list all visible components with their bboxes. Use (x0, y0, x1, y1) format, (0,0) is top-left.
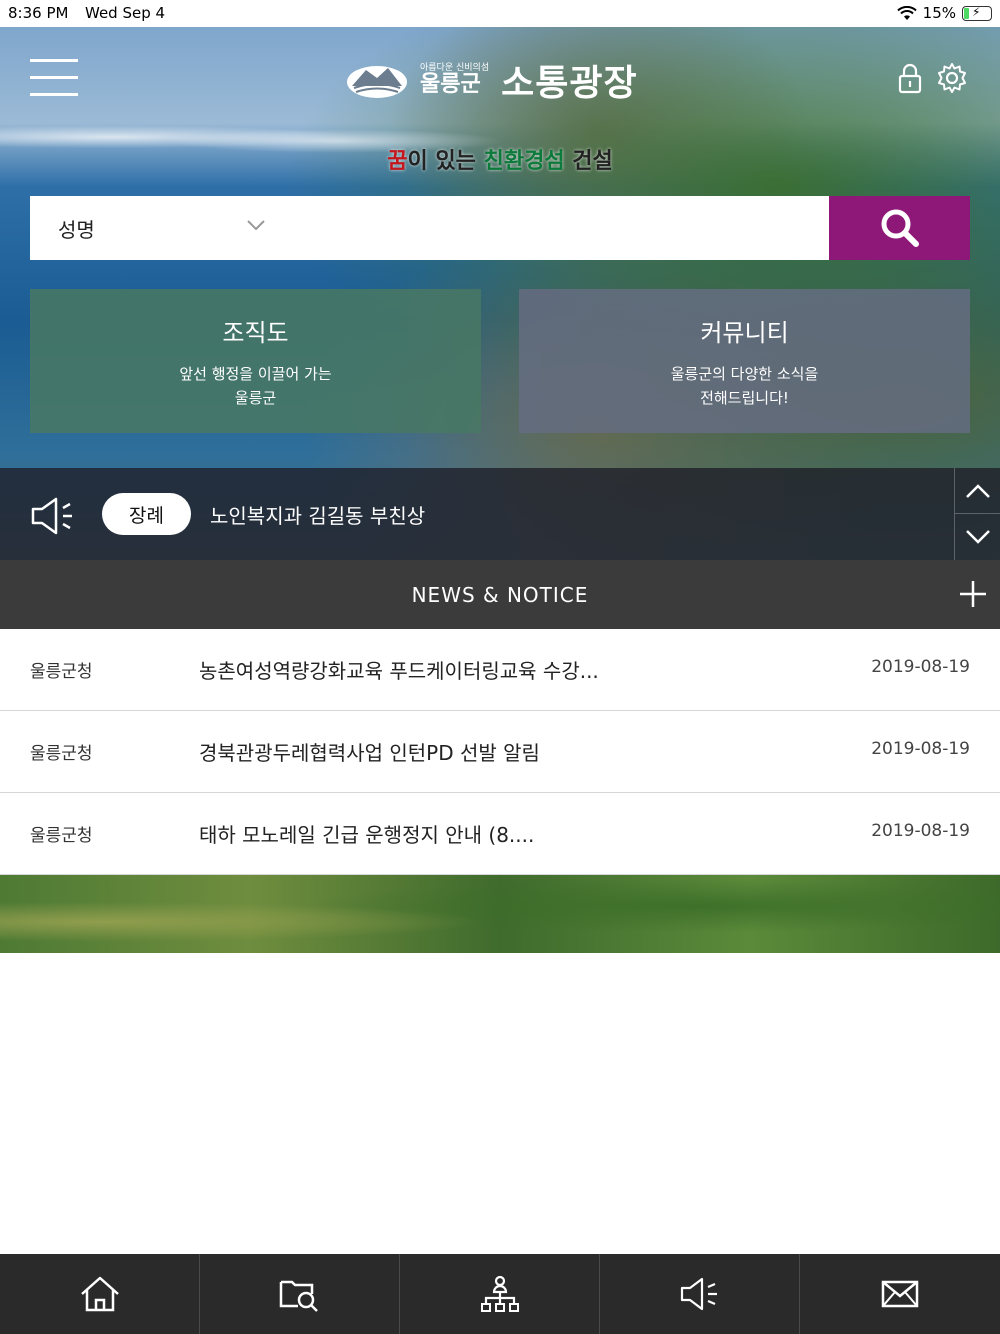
bottom-tab-bar (0, 1254, 1000, 1334)
app-page: 8:36 PM Wed Sep 4 15% ⚡ 아름다운 신비의섬 울릉군 소통… (0, 0, 1000, 1334)
tab-search[interactable] (200, 1254, 400, 1334)
logo: 아름다운 신비의섬 울릉군 소통광장 (346, 55, 638, 105)
status-bar: 8:36 PM Wed Sep 4 15% ⚡ (0, 0, 1000, 27)
announcement-icon (680, 1277, 717, 1311)
news-title: 농촌여성역량강화교육 푸드케이터링교육 수강... (199, 659, 599, 683)
tile-desc-line2: 전해드립니다! (700, 389, 789, 407)
landscape-strip (0, 875, 1000, 953)
plus-icon[interactable] (958, 579, 988, 609)
news-item[interactable]: 울릉군청 농촌여성역량강화교육 푸드케이터링교육 수강... 2019-08-1… (0, 629, 1000, 711)
chevron-up-icon (965, 483, 990, 498)
tab-mail[interactable] (800, 1254, 1000, 1334)
menu-button[interactable] (30, 59, 78, 99)
search-bar: 성명 (30, 196, 970, 260)
news-date: 2019-08-19 (871, 657, 970, 677)
tile-desc: 울릉군의 다양한 소식을 전해드립니다! (519, 362, 970, 410)
slogan-part4: 건설 (564, 149, 613, 174)
news-source: 울릉군청 (30, 662, 93, 682)
tile-desc: 앞선 행정을 이끌어 가는 울릉군 (30, 362, 481, 410)
lock-icon (898, 63, 922, 94)
news-date: 2019-08-19 (871, 821, 970, 841)
ticker-up-button[interactable] (955, 468, 1000, 514)
news-item[interactable]: 울릉군청 경북관광두레협력사업 인턴PD 선발 알림 2019-08-19 (0, 711, 1000, 793)
news-item[interactable]: 울릉군청 태하 모노레일 긴급 운행정지 안내 (8.... 2019-08-1… (0, 793, 1000, 875)
slogan-part2: 이 있는 (407, 149, 484, 174)
home-icon (80, 1276, 119, 1312)
search-button[interactable] (829, 196, 970, 260)
news-source: 울릉군청 (30, 744, 93, 764)
logo-text: 아름다운 신비의섬 울릉군 (420, 63, 489, 97)
tile-desc-line1: 울릉군의 다양한 소식을 (670, 365, 819, 383)
status-right: 15% ⚡ (896, 4, 992, 22)
ticker-arrows (954, 468, 1000, 560)
search-field-select[interactable]: 성명 (30, 196, 280, 260)
folder-search-icon (279, 1280, 318, 1312)
tab-org-chart[interactable] (400, 1254, 600, 1334)
tab-announcements[interactable] (600, 1254, 800, 1334)
notice-ticker: 장례 노인복지과 김길동 부친상 (0, 468, 1000, 560)
mail-icon (881, 1280, 919, 1308)
search-field-value: 성명 (58, 217, 95, 242)
ticker-down-button[interactable] (955, 514, 1000, 560)
ulleung-logo-icon (347, 66, 407, 98)
news-list: 울릉군청 농촌여성역량강화교육 푸드케이터링교육 수강... 2019-08-1… (0, 629, 1000, 875)
news-title: 경북관광두레협력사업 인턴PD 선발 알림 (199, 741, 540, 765)
news-header: NEWS & NOTICE (0, 560, 1000, 629)
tile-desc-line1: 앞선 행정을 이끌어 가는 (179, 365, 332, 383)
search-input[interactable] (280, 196, 829, 260)
tile-desc-line2: 울릉군 (234, 389, 277, 407)
status-time: 8:36 PM (8, 4, 69, 22)
slogan-part1: 꿈 (387, 149, 408, 174)
community-tile[interactable]: 커뮤니티 울릉군의 다양한 소식을 전해드립니다! (519, 289, 970, 433)
news-header-title: NEWS & NOTICE (411, 582, 589, 607)
page-title: 소통광장 (501, 63, 638, 104)
status-date: Wed Sep 4 (85, 4, 166, 22)
tile-title: 커뮤니티 (700, 319, 789, 347)
wifi-icon (896, 5, 917, 20)
org-chart-tile[interactable]: 조직도 앞선 행정을 이끌어 가는 울릉군 (30, 289, 481, 433)
tab-home[interactable] (0, 1254, 200, 1334)
news-title: 태하 모노레일 긴급 운행정지 안내 (8.... (199, 823, 535, 847)
battery-percent: 15% (922, 4, 956, 22)
logo-county: 울릉군 (420, 72, 481, 97)
gear-icon (938, 63, 966, 93)
org-chart-icon (480, 1275, 519, 1312)
tile-title: 조직도 (222, 319, 289, 347)
chevron-down-icon (247, 220, 265, 231)
news-source: 울릉군청 (30, 826, 93, 846)
notice-category-badge[interactable]: 장례 (102, 493, 191, 535)
slogan: 꿈이 있는 친환경섬 건설 (0, 143, 1000, 175)
settings-button[interactable] (935, 61, 969, 95)
lock-button[interactable] (893, 61, 927, 95)
slogan-part3: 친환경섬 (483, 149, 565, 174)
search-icon (881, 209, 919, 247)
speaker-icon (31, 497, 72, 535)
chevron-down-icon (965, 530, 990, 544)
battery-icon: ⚡ (962, 5, 992, 21)
news-date: 2019-08-19 (871, 739, 970, 759)
hero-banner: 아름다운 신비의섬 울릉군 소통광장 꿈이 있는 친환경섬 건설 성명 조직도 … (0, 27, 1000, 560)
notice-text[interactable]: 노인복지과 김길동 부친상 (210, 500, 425, 529)
